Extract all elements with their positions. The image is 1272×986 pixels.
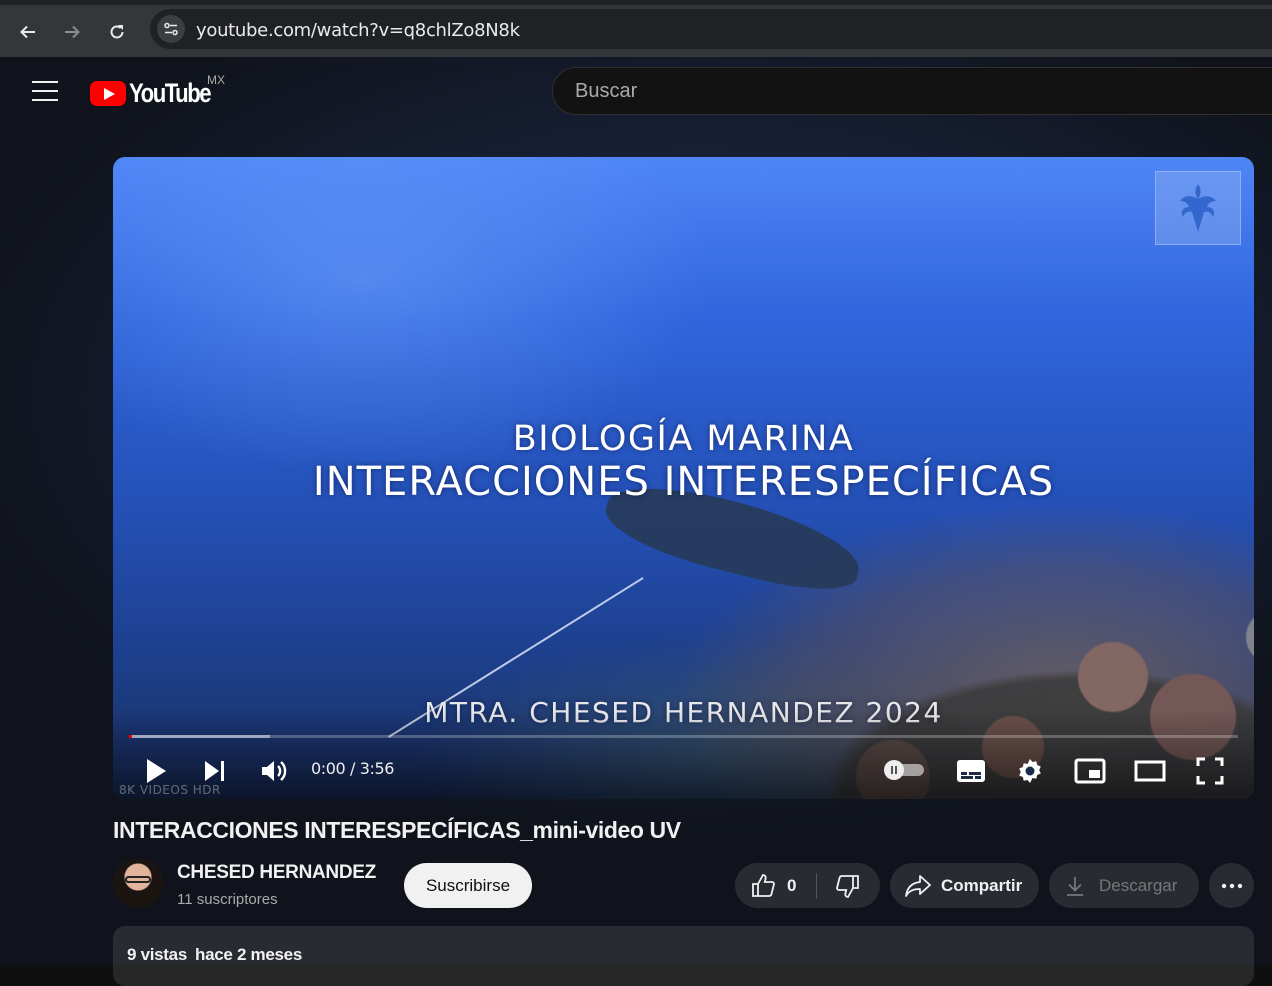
volume-icon[interactable] [256,753,292,789]
upload-date: hace 2 meses [194,945,302,964]
menu-icon[interactable] [32,81,58,103]
search-input[interactable] [573,79,1177,104]
download-icon [1067,876,1083,896]
description-box[interactable]: 9 vistas hace 2 meses [113,926,1254,986]
video-metadata: 9 vistas hace 2 meses [127,945,302,965]
like-button[interactable]: 0 [735,863,814,908]
miniplayer-icon[interactable] [1072,753,1108,789]
subscriber-count: 11 suscriptores [177,891,278,908]
forward-arrow-icon[interactable] [55,15,89,49]
url-text[interactable]: youtube.com/watch?v=q8chlZo8N8k [196,20,520,41]
next-icon[interactable] [197,753,233,789]
video-overlay-title: INTERACCIONES INTERESPECÍFICAS [312,459,1055,505]
logo-text: YouTube [129,78,212,108]
reload-icon[interactable] [100,15,134,49]
time-display: 0:00 / 3:56 [311,759,395,778]
progress-played [129,735,132,738]
progress-buffered [129,735,270,738]
like-dislike-group: 0 [735,863,880,908]
more-actions-button[interactable] [1209,863,1254,908]
dislike-button[interactable] [817,863,881,908]
subtitles-icon[interactable] [953,753,989,789]
video-player[interactable]: BIOLOGÍA MARINA INTERACCIONES INTERESPEC… [113,157,1254,799]
settings-gear-icon[interactable] [1012,753,1048,789]
more-horizontal-icon [1221,883,1242,888]
download-button[interactable]: Descargar [1049,863,1199,908]
uv-watermark-logo [1155,171,1241,245]
region-code: MX [207,73,225,87]
thumbs-down-icon [836,874,860,898]
share-label: Compartir [941,875,1023,895]
share-arrow-icon [905,874,931,897]
back-arrow-icon[interactable] [11,15,45,49]
subscribe-button[interactable]: Suscribirse [404,863,532,908]
progress-bar[interactable] [129,735,1238,738]
browser-toolbar: youtube.com/watch?v=q8chlZo8N8k [0,0,1272,57]
share-button[interactable]: Compartir [890,863,1039,908]
avatar[interactable] [113,858,163,908]
view-count: 9 vistas [127,945,187,964]
video-title: INTERACCIONES INTERESPECÍFICAS_mini-vide… [113,817,681,843]
thumbs-up-icon [752,873,775,897]
like-count: 0 [787,875,797,895]
youtube-page: YouTube MX BIOLOGÍA MARINA INTERACCIONES… [0,57,1272,986]
site-info-icon[interactable] [157,15,185,43]
fullscreen-icon[interactable] [1192,753,1228,789]
play-icon[interactable] [138,753,174,789]
channel-name[interactable]: CHESED HERNANDEZ [177,862,376,884]
address-bar[interactable]: youtube.com/watch?v=q8chlZo8N8k [150,9,1272,49]
theater-mode-icon[interactable] [1132,753,1168,789]
video-overlay-subtitle: BIOLOGÍA MARINA [512,419,855,459]
youtube-play-logo-icon [90,81,126,106]
search-box[interactable] [552,67,1272,115]
autoplay-toggle[interactable] [884,760,926,780]
download-label: Descargar [1099,875,1178,895]
